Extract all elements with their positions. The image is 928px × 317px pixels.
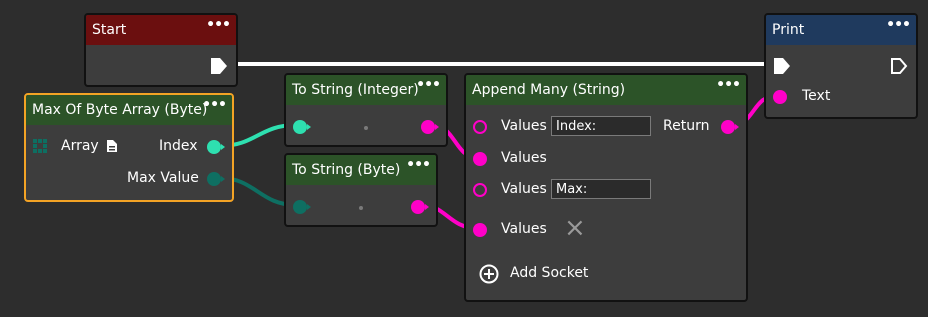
values-input-pin-4[interactable]	[473, 223, 487, 237]
start-node[interactable]: Start •••	[84, 13, 238, 87]
remove-socket-icon[interactable]: ×	[564, 213, 586, 243]
return-label: Return	[663, 118, 710, 134]
return-output-pin[interactable]	[721, 120, 739, 134]
index-label: Index	[159, 138, 198, 154]
to-string-integer-header[interactable]: To String (Integer) •••	[286, 75, 446, 105]
print-node-header[interactable]: Print •••	[766, 15, 916, 45]
print-node-title: Print	[772, 22, 805, 38]
string-output-pin[interactable]	[421, 120, 439, 134]
byte-input-pin[interactable]	[293, 200, 311, 214]
values-label-1: Values	[501, 118, 547, 134]
exec-input-pin[interactable]	[773, 57, 791, 75]
menu-icon[interactable]: •••	[206, 18, 231, 32]
center-dot	[359, 206, 363, 210]
menu-icon[interactable]: •••	[886, 18, 911, 32]
menu-icon[interactable]: •••	[716, 78, 741, 92]
array-label: Array	[61, 138, 99, 154]
values-input-pin-2[interactable]	[473, 152, 487, 166]
append-many-string-node[interactable]: Append Many (String) ••• Values Return V…	[464, 73, 748, 302]
values-label-2: Values	[501, 150, 547, 166]
center-dot	[364, 126, 368, 130]
max-value-label: Max Value	[127, 170, 199, 186]
to-string-byte-title: To String (Byte)	[292, 162, 401, 178]
integer-input-pin[interactable]	[293, 120, 311, 134]
values-label-3: Values	[501, 181, 547, 197]
array-pin-icon[interactable]	[33, 139, 47, 153]
values-input-pin-3[interactable]	[473, 183, 487, 197]
to-string-integer-node[interactable]: To String (Integer) •••	[284, 73, 448, 147]
append-many-header[interactable]: Append Many (String) •••	[466, 75, 746, 105]
to-string-byte-node[interactable]: To String (Byte) •••	[284, 153, 438, 227]
max-of-byte-array-header[interactable]: Max Of Byte Array (Byte) •••	[26, 95, 232, 125]
menu-icon[interactable]: •••	[416, 78, 441, 92]
print-node[interactable]: Print ••• Text	[764, 13, 918, 119]
text-label: Text	[802, 88, 831, 104]
values-input-pin-1[interactable]	[473, 120, 487, 134]
max-value-output-pin[interactable]	[207, 172, 225, 186]
text-input-pin[interactable]	[773, 90, 787, 104]
menu-icon[interactable]: •••	[406, 158, 431, 172]
max-of-byte-array-title: Max Of Byte Array (Byte)	[32, 102, 208, 118]
to-string-integer-title: To String (Integer)	[292, 82, 419, 98]
append-many-title: Append Many (String)	[472, 82, 626, 98]
max-of-byte-array-node[interactable]: Max Of Byte Array (Byte) ••• Array Index…	[24, 93, 234, 202]
exec-output-pin[interactable]	[210, 57, 228, 75]
exec-output-pin[interactable]	[890, 57, 908, 75]
index-output-pin[interactable]	[207, 140, 225, 154]
to-string-byte-header[interactable]: To String (Byte) •••	[286, 155, 436, 185]
values-label-4: Values	[501, 221, 547, 237]
string-output-pin[interactable]	[411, 200, 429, 214]
start-node-title: Start	[92, 22, 127, 38]
document-icon[interactable]	[106, 139, 118, 153]
values-input-3[interactable]	[551, 179, 651, 199]
add-socket-icon[interactable]	[479, 264, 499, 284]
start-node-header[interactable]: Start •••	[86, 15, 236, 45]
values-input-1[interactable]	[551, 116, 651, 136]
menu-icon[interactable]: •••	[202, 98, 227, 112]
add-socket-label[interactable]: Add Socket	[510, 265, 588, 281]
